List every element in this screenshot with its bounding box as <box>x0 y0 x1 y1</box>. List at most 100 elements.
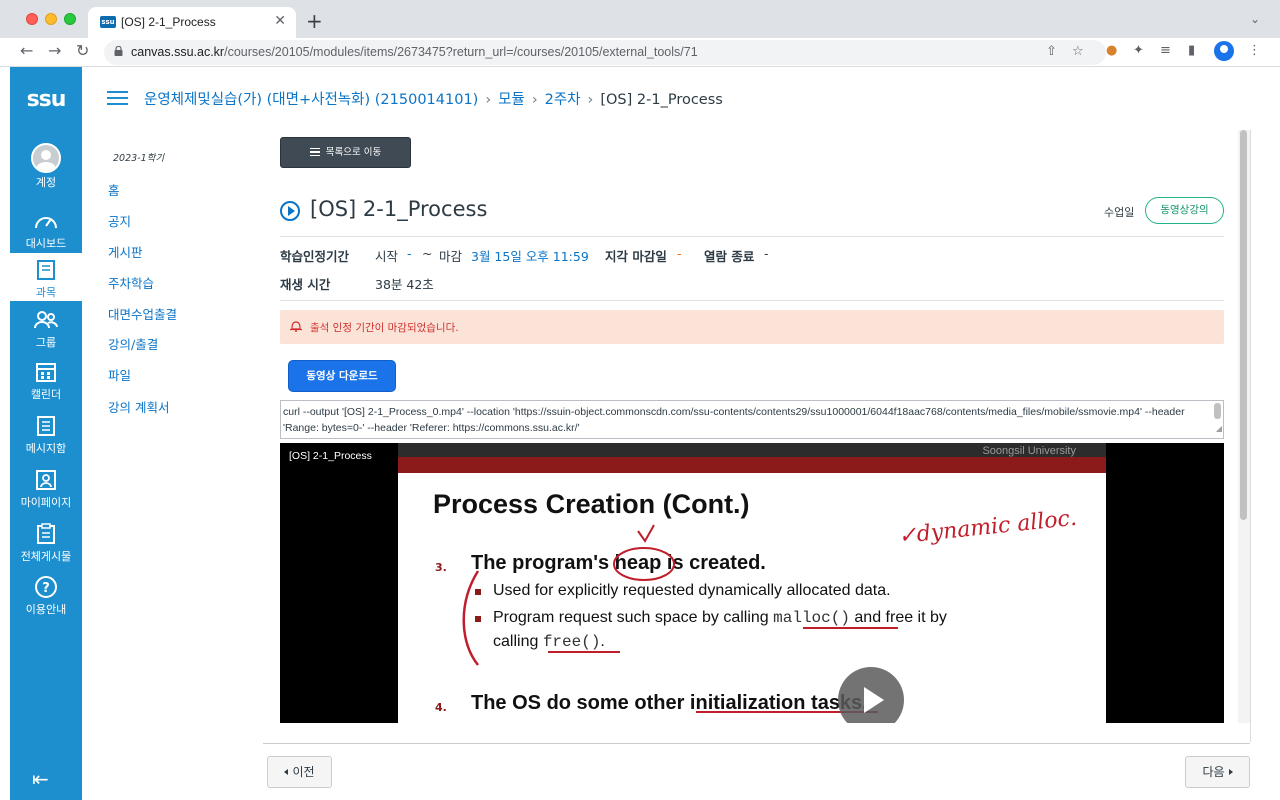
curl-command-text: curl --output '[OS] 2-1_Process_0.mp4' -… <box>283 406 1185 434</box>
courses-icon <box>37 260 55 280</box>
window-zoom-button[interactable] <box>64 13 76 25</box>
page-scrollbar[interactable] <box>1238 130 1250 723</box>
dashboard-icon <box>35 217 57 229</box>
ssu-logo[interactable]: ssu <box>16 87 76 115</box>
textarea-scrollbar[interactable] <box>1214 403 1221 419</box>
gnav-label: 마이페이지 <box>20 496 72 509</box>
breadcrumb-separator: › <box>531 92 538 108</box>
course-nav-home[interactable]: 홈 <box>108 180 120 199</box>
course-nav-weekly-learning[interactable]: 주차학습 <box>108 273 154 292</box>
video-player[interactable]: [OS] 2-1_Process Soongsil University Pro… <box>280 443 1224 723</box>
gnav-mypage[interactable]: 마이페이지 <box>10 467 82 509</box>
help-icon: ? <box>35 576 57 598</box>
browser-toolbar: ← → ↻ canvas.ssu.ac.kr/courses/20105/mod… <box>0 38 1280 67</box>
module-sequence-footer: 이전 다음 <box>263 743 1250 800</box>
list-icon <box>309 148 320 156</box>
gnav-label: 캘린더 <box>30 388 62 401</box>
gnav-label: 과목 <box>35 286 57 299</box>
course-nav-announcements[interactable]: 공지 <box>108 211 131 230</box>
due-label: 마감 <box>439 249 463 264</box>
caret-right-icon <box>1228 769 1233 775</box>
address-bar[interactable]: canvas.ssu.ac.kr/courses/20105/modules/i… <box>104 40 1106 65</box>
forward-arrow-icon[interactable]: → <box>48 41 61 60</box>
course-navigation: 2023-1학기 홈 공지 게시판 주차학습 대면수업출결 강의/출결 파일 강… <box>103 130 263 742</box>
late-value: - <box>677 246 682 261</box>
gnav-label: 전체게시물 <box>20 550 72 563</box>
start-value: - <box>407 246 412 261</box>
groups-icon <box>34 311 58 329</box>
gnav-inbox[interactable]: 메시지함 <box>10 413 82 455</box>
caret-left-icon <box>284 769 289 775</box>
next-button[interactable]: 다음 <box>1185 756 1250 788</box>
tab-close-icon[interactable]: ✕ <box>274 13 286 29</box>
svg-text:?: ? <box>42 581 50 596</box>
cookie-extension-icon[interactable]: ● <box>1106 43 1117 58</box>
gnav-label: 그룹 <box>35 336 57 349</box>
media-queue-icon[interactable]: ≡ <box>1160 43 1171 58</box>
handwritten-ink-marks <box>462 524 898 713</box>
gnav-courses[interactable]: 과목 <box>10 253 82 301</box>
course-nav-attendance[interactable]: 대면수업출결 <box>108 304 177 323</box>
video-download-button[interactable]: 동영상 다운로드 <box>288 360 396 392</box>
tab-search-chevron-icon[interactable]: ⌄ <box>1250 12 1260 26</box>
course-nav-lectures[interactable]: 강의/출결 <box>108 334 158 353</box>
tab-title: [OS] 2-1_Process <box>121 15 216 29</box>
close-value: - <box>764 246 769 261</box>
breadcrumb-current: [OS] 2-1_Process <box>600 92 723 108</box>
divider <box>280 300 1224 301</box>
resize-grip-icon[interactable]: ◢ <box>1216 421 1222 437</box>
profile-avatar-icon[interactable] <box>1214 41 1234 61</box>
page-header: 운영체제및실습(가) (대면+사전녹화) (2150014101) › 모듈 › 2주차… <box>82 67 1280 129</box>
back-to-list-button[interactable]: 목록으로 이동 <box>280 137 411 168</box>
extensions-puzzle-icon[interactable]: ✦ <box>1133 43 1144 58</box>
gnav-calendar[interactable]: 캘린더 <box>10 359 82 401</box>
gnav-help[interactable]: ? 이용안내 <box>10 574 82 616</box>
breadcrumb-modules[interactable]: 모듈 <box>498 92 525 108</box>
gnav-account[interactable]: 계정 <box>10 143 82 195</box>
breadcrumb-course[interactable]: 운영체제및실습(가) (대면+사전녹화) (2150014101) <box>144 92 478 108</box>
gnav-groups[interactable]: 그룹 <box>10 307 82 349</box>
late-label: 지각 마감일 <box>605 249 667 264</box>
gnav-dashboard[interactable]: 대시보드 <box>10 208 82 250</box>
gnav-label: 이용안내 <box>25 603 67 616</box>
play-circle-icon <box>280 201 300 221</box>
scrollbar-thumb[interactable] <box>1240 130 1247 520</box>
browser-menu-icon[interactable]: ⋮ <box>1248 43 1261 58</box>
course-nav-files[interactable]: 파일 <box>108 365 131 384</box>
duration-label: 재생 시간 <box>280 277 331 292</box>
previous-button[interactable]: 이전 <box>267 756 332 788</box>
divider <box>280 236 1224 237</box>
course-nav-syllabus[interactable]: 강의 계획서 <box>108 397 169 416</box>
calendar-icon <box>36 363 56 382</box>
hamburger-menu-icon[interactable] <box>107 91 128 105</box>
video-lecture-badge: 동영상강의 <box>1145 197 1224 224</box>
window-minimize-button[interactable] <box>45 13 57 25</box>
gnav-label: 계정 <box>35 176 57 189</box>
global-navigation: ssu 계정 대시보드 과목 그룹 캘린더 메시지함 마이페이지 전체게시물 ?… <box>10 67 82 800</box>
new-tab-icon[interactable]: + <box>306 9 323 33</box>
url-path: /courses/20105/modules/items/2673475?ret… <box>224 45 698 59</box>
collapse-nav-icon[interactable]: ⇤ <box>32 767 49 791</box>
curl-command-textarea[interactable]: curl --output '[OS] 2-1_Process_0.mp4' -… <box>280 400 1224 439</box>
inbox-icon <box>37 416 55 436</box>
back-arrow-icon[interactable]: ← <box>20 41 33 60</box>
attendance-alert: 출석 인정 기간이 마감되었습니다. <box>280 310 1224 344</box>
bell-icon <box>290 321 302 332</box>
course-nav-discussions[interactable]: 게시판 <box>108 242 143 261</box>
favicon-icon: ssu <box>100 16 116 28</box>
window-close-button[interactable] <box>26 13 38 25</box>
due-value: 3월 15일 오후 11:59 <box>471 249 589 264</box>
side-panel-icon[interactable]: ▮ <box>1188 43 1195 58</box>
browser-tab[interactable]: ssu [OS] 2-1_Process ✕ <box>88 7 296 38</box>
term-label: 2023-1학기 <box>113 153 165 164</box>
back-to-list-label: 목록으로 이동 <box>325 147 382 158</box>
range-tilde: ~ <box>422 246 433 261</box>
breadcrumb-week[interactable]: 2주차 <box>545 92 581 108</box>
next-label: 다음 <box>1202 765 1225 779</box>
reload-icon[interactable]: ↻ <box>76 41 89 60</box>
lecture-slide: Soongsil University Process Creation (Co… <box>398 443 1106 723</box>
gnav-all-posts[interactable]: 전체게시물 <box>10 521 82 563</box>
share-icon[interactable]: ⇧ <box>1046 44 1057 59</box>
bookmark-star-icon[interactable]: ☆ <box>1072 44 1084 59</box>
alert-message: 출석 인정 기간이 마감되었습니다. <box>310 322 459 334</box>
